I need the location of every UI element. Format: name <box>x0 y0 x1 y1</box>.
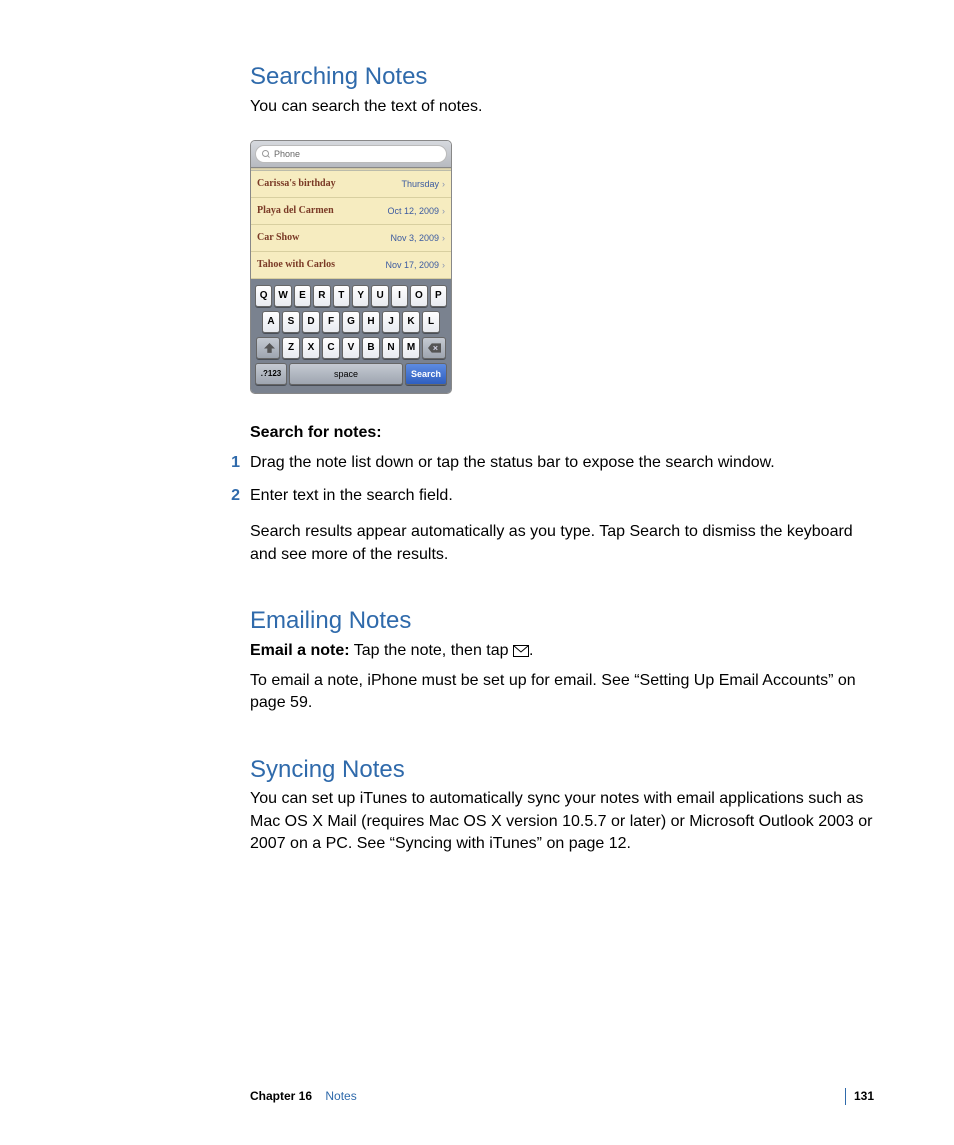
key: E <box>294 285 311 307</box>
note-title: Carissa's birthday <box>257 177 336 191</box>
chapter-number: Chapter 16 <box>250 1089 312 1103</box>
note-title: Car Show <box>257 231 299 245</box>
note-title: Playa del Carmen <box>257 204 334 218</box>
screenshot-notes-list: Carissa's birthday Thursday› Playa del C… <box>251 171 451 279</box>
mail-icon <box>513 642 529 664</box>
note-date: Thursday› <box>401 178 445 191</box>
footer-chapter: Chapter 16 Notes <box>250 1088 357 1105</box>
key: K <box>402 311 420 333</box>
step-text: Drag the note list down or tap the statu… <box>250 452 874 474</box>
search-placeholder: Phone <box>274 148 300 161</box>
key: J <box>382 311 400 333</box>
screenshot-keyboard: Q W E R T Y U I O P A S D F G H <box>251 279 451 393</box>
key: L <box>422 311 440 333</box>
key: H <box>362 311 380 333</box>
email-lead-before: Tap the note, then tap <box>350 642 513 659</box>
note-date: Nov 17, 2009› <box>385 259 445 272</box>
chevron-right-icon: › <box>442 232 445 245</box>
key: N <box>382 337 400 359</box>
search-icon <box>262 150 270 158</box>
chevron-right-icon: › <box>442 178 445 191</box>
chevron-right-icon: › <box>442 259 445 272</box>
key: O <box>410 285 427 307</box>
emailing-body: To email a note, iPhone must be set up f… <box>250 670 874 715</box>
instructions-label: Search for notes: <box>250 422 874 444</box>
chapter-name: Notes <box>325 1089 356 1103</box>
key: Y <box>352 285 369 307</box>
key: S <box>282 311 300 333</box>
list-item: Car Show Nov 3, 2009› <box>251 225 451 252</box>
key: I <box>391 285 408 307</box>
heading-searching-notes: Searching Notes <box>250 60 874 94</box>
note-date: Oct 12, 2009› <box>387 205 445 218</box>
key: Z <box>282 337 300 359</box>
list-item: Tahoe with Carlos Nov 17, 2009› <box>251 252 451 279</box>
space-key: space <box>289 363 403 385</box>
list-item: Playa del Carmen Oct 12, 2009› <box>251 198 451 225</box>
search-key: Search <box>405 363 447 385</box>
key: X <box>302 337 320 359</box>
after-steps-text: Search results appear automatically as y… <box>250 521 874 566</box>
chevron-right-icon: › <box>442 205 445 218</box>
note-title: Tahoe with Carlos <box>257 258 335 272</box>
screenshot-search-bar: Phone <box>251 141 451 168</box>
notes-app-screenshot: Phone Carissa's birthday Thursday› Playa… <box>250 140 452 394</box>
key: F <box>322 311 340 333</box>
email-lead-label: Email a note: <box>250 642 350 659</box>
screenshot-search-field: Phone <box>255 145 447 163</box>
key: R <box>313 285 330 307</box>
key: W <box>274 285 291 307</box>
intro-searching: You can search the text of notes. <box>250 96 874 118</box>
key: Q <box>255 285 272 307</box>
key: B <box>362 337 380 359</box>
step-number: 1 <box>222 452 240 474</box>
syncing-body: You can set up iTunes to automatically s… <box>250 788 874 855</box>
heading-syncing-notes: Syncing Notes <box>250 753 874 787</box>
key: T <box>333 285 350 307</box>
key: P <box>430 285 447 307</box>
note-date: Nov 3, 2009› <box>390 232 445 245</box>
step-text: Enter text in the search field. <box>250 485 874 507</box>
key: D <box>302 311 320 333</box>
key: M <box>402 337 420 359</box>
heading-emailing-notes: Emailing Notes <box>250 604 874 638</box>
numbers-key: .?123 <box>255 363 287 385</box>
email-lead-after: . <box>529 642 533 659</box>
key: U <box>371 285 388 307</box>
page-number: 131 <box>845 1088 874 1105</box>
step-number: 2 <box>222 485 240 507</box>
key: V <box>342 337 360 359</box>
list-item: Carissa's birthday Thursday› <box>251 171 451 198</box>
shift-key-icon <box>256 337 280 359</box>
backspace-key-icon <box>422 337 446 359</box>
key: A <box>262 311 280 333</box>
key: G <box>342 311 360 333</box>
key: C <box>322 337 340 359</box>
